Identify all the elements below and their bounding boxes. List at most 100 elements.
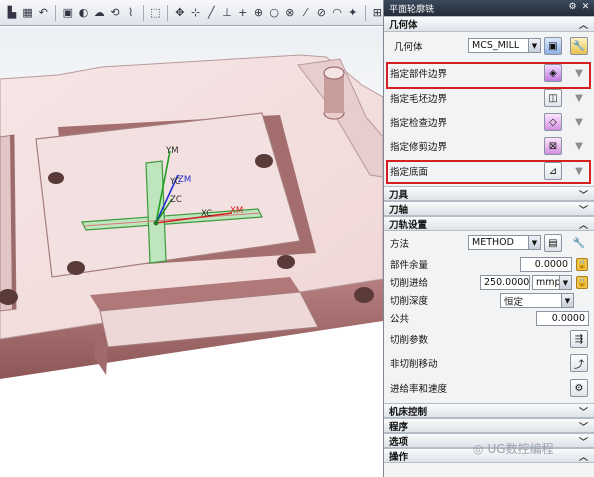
endpoint-icon[interactable]: ⊥ [221,5,233,21]
hole [67,261,85,275]
cut-feed-label: 切削进给 [390,278,429,289]
hole [48,172,64,184]
blank-boundary-icon[interactable]: ◫ [544,89,562,107]
flashlight-icon[interactable]: ▼ [570,113,588,131]
part-stock-label: 部件余量 [390,260,429,271]
edit-wrench-icon[interactable]: 🔧 [570,234,588,252]
hole [277,255,295,269]
lock-icon[interactable]: 🔒 [576,276,588,289]
chevron-down-icon[interactable]: ﹀ [579,435,588,448]
toolbar-divider [55,4,56,21]
chevron-up-icon[interactable]: ︿ [579,218,588,231]
flashlight-icon[interactable]: ▼ [570,89,588,107]
geometry-label: 几何体 [394,42,423,53]
specify-trim-boundary-row[interactable]: 指定修剪边界 ⊠ ▼ [384,134,594,158]
section-label: 几何体 [389,20,418,31]
flag-icon[interactable]: ▙ [6,5,18,21]
cut-params-row[interactable]: 切削参数 ⇶ [384,327,594,351]
move-icon[interactable]: ✥ [174,5,186,21]
part-stock-input[interactable]: 0.0000 [520,257,572,272]
undo-icon[interactable]: ↶ [37,5,49,21]
shaded-view-icon[interactable]: ◐ [78,5,90,21]
zc-label: ZC [170,195,182,205]
section-machine-control[interactable]: 机床控制 ﹀ [384,403,594,418]
common-input[interactable]: 0.0000 [536,311,589,326]
intersect-icon[interactable]: ⊗ [284,5,296,21]
section-geometry[interactable]: 几何体 ︿ [384,16,594,32]
circle-icon[interactable]: ○ [268,5,280,21]
row-label: 指定修剪边界 [390,142,448,153]
dialog-title-bar: 平面轮廓铣 ⚙ ✕ [384,0,594,16]
chevron-down-icon[interactable]: ﹀ [579,188,588,201]
chevron-down-icon[interactable]: ▼ [559,276,571,289]
pin-icon[interactable]: ⊞ [371,5,383,21]
point-icon[interactable]: ⊹ [190,5,202,21]
specify-blank-boundary-row[interactable]: 指定毛坯边界 ◫ ▼ [384,86,594,110]
snap-icon[interactable]: ⌇ [125,5,137,21]
chevron-down-icon[interactable]: ﹀ [579,203,588,216]
cut-params-icon[interactable]: ⇶ [570,330,588,348]
rectangle-select-icon[interactable]: ⬚ [149,5,161,21]
close-icon[interactable]: ✕ [580,2,591,13]
select-filter-icon[interactable]: ▣ [62,5,74,21]
zm-label: ZM [178,175,191,185]
watermark: ◎ UG数控编程 [473,440,554,457]
feeds-speeds-icon[interactable]: ⚙ [570,379,588,397]
flashlight-icon[interactable]: ▼ [570,137,588,155]
circle-center-icon[interactable]: ⊕ [253,5,265,21]
tangent-icon[interactable]: ⁄ [300,5,312,21]
edit-wrench-icon[interactable]: 🔧 [570,37,588,55]
geometry-select[interactable]: MCS_MILL ▼ [468,38,541,53]
section-tool[interactable]: 刀具 ﹀ [384,186,594,201]
cut-depth-row: 切削深度 恒定 ▼ [384,291,594,309]
section-label: 刀轴 [389,204,409,216]
chevron-up-icon[interactable]: ︿ [579,450,588,463]
cut-feed-input[interactable]: 250.0000 [480,275,530,290]
chevron-down-icon[interactable]: ▼ [528,39,540,52]
rotate-icon[interactable]: ⟲ [109,5,121,21]
feeds-speeds-row[interactable]: 进给率和速度 ⚙ [384,375,594,401]
non-cut-moves-row[interactable]: 非切削移动 ⤴ [384,351,594,375]
section-tool-axis[interactable]: 刀轴 ﹀ [384,201,594,216]
non-cut-moves-icon[interactable]: ⤴ [570,354,588,372]
floor-highlight [386,160,591,184]
hole [354,287,374,303]
section-label: 机床控制 [389,406,428,418]
common-row: 公共 0.0000 [384,309,594,327]
chevron-down-icon[interactable]: ﹀ [579,420,588,433]
toolbar-divider [167,4,168,21]
cut-feed-row: 切削进给 250.0000 mmpr ▼ 🔒 [384,273,594,291]
chevron-down-icon[interactable]: ▼ [528,236,540,249]
arc-icon[interactable]: ◠ [331,5,343,21]
part-model: YM YC ZM ZC XC XM [0,54,383,379]
lock-icon[interactable]: 🔒 [576,258,588,271]
feed-unit-select[interactable]: mmpr ▼ [532,275,572,290]
specify-check-boundary-row[interactable]: 指定检查边界 ◇ ▼ [384,110,594,134]
cloud-icon[interactable]: ☁ [93,5,105,21]
graphics-viewport[interactable]: YM YC ZM ZC XC XM [0,27,383,477]
midpoint-icon[interactable]: ⊘ [315,5,327,21]
non-cut-label: 非切削移动 [390,359,438,370]
section-label: 程序 [389,421,409,433]
cross-icon[interactable]: + [237,5,249,21]
chevron-down-icon[interactable]: ▼ [561,294,573,307]
trim-boundary-icon[interactable]: ⊠ [544,137,562,155]
new-geometry-icon[interactable]: ▣ [544,37,562,55]
method-label: 方法 [390,239,410,250]
method-select[interactable]: METHOD ▼ [468,235,541,250]
graphics-toolbar: ▙ ▦ ↶ ▣ ◐ ☁ ⟲ ⌇ ⬚ ✥ ⊹ ╱ ⊥ + ⊕ ○ ⊗ ⁄ ⊘ ◠ … [0,0,383,26]
line-icon[interactable]: ╱ [205,5,217,21]
new-method-icon[interactable]: ▤ [544,234,562,252]
gear-icon[interactable]: ⚙ [567,2,578,13]
chevron-up-icon[interactable]: ︿ [579,18,588,31]
section-program[interactable]: 程序 ﹀ [384,418,594,433]
snap-point-icon[interactable]: ✦ [347,5,359,21]
check-boundary-icon[interactable]: ◇ [544,113,562,131]
chevron-down-icon[interactable]: ﹀ [579,405,588,418]
row-label: 指定毛坯边界 [390,94,448,105]
section-path-settings[interactable]: 刀轨设置 ︿ [384,216,594,231]
grid-icon[interactable]: ▦ [22,5,34,21]
section-label: 刀具 [389,189,409,201]
cut-depth-select[interactable]: 恒定 ▼ [500,293,574,308]
toolbar-divider [364,4,366,21]
